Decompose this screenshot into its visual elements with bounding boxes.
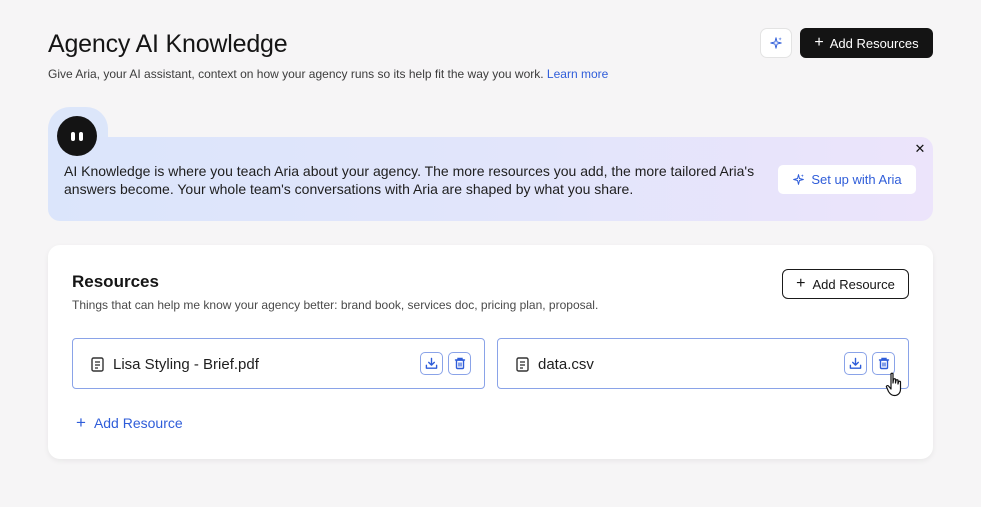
- download-button[interactable]: [844, 352, 867, 375]
- plus-icon: +: [814, 34, 824, 51]
- add-resource-link[interactable]: + Add Resource: [76, 414, 183, 431]
- plus-icon: +: [76, 413, 86, 432]
- add-resource-label: Add Resource: [812, 276, 895, 292]
- file-name: Lisa Styling - Brief.pdf: [113, 356, 259, 373]
- delete-button[interactable]: [448, 352, 471, 375]
- resources-title: Resources: [72, 272, 159, 291]
- avatar-eye-left: [71, 131, 75, 141]
- hand-cursor-icon: [885, 372, 902, 397]
- file-item[interactable]: data.csv: [497, 338, 909, 389]
- learn-more-link[interactable]: Learn more: [547, 67, 608, 81]
- trash-icon: [878, 357, 889, 370]
- add-resource-button[interactable]: + Add Resource: [782, 269, 909, 299]
- banner-text: AI Knowledge is where you teach Aria abo…: [64, 163, 755, 197]
- setup-with-aria-label: Set up with Aria: [811, 172, 902, 187]
- download-icon: [425, 357, 438, 369]
- file-item[interactable]: Lisa Styling - Brief.pdf: [72, 338, 485, 389]
- close-icon[interactable]: ✕: [912, 141, 928, 157]
- aria-avatar: [57, 116, 97, 156]
- document-icon: [516, 357, 529, 372]
- file-name: data.csv: [538, 356, 594, 373]
- download-icon: [849, 357, 862, 369]
- add-resource-link-label: Add Resource: [93, 414, 183, 431]
- setup-with-aria-button[interactable]: Set up with Aria: [778, 165, 916, 194]
- ai-assistant-button[interactable]: [760, 28, 792, 58]
- add-resources-label: Add Resources: [829, 35, 919, 51]
- plus-icon: +: [796, 275, 806, 292]
- subtitle-text: Give Aria, your AI assistant, context on…: [48, 67, 544, 81]
- resources-description: Things that can help me know your agency…: [72, 298, 599, 312]
- trash-icon: [454, 357, 465, 370]
- download-button[interactable]: [420, 352, 443, 375]
- add-resources-button[interactable]: + Add Resources: [800, 28, 933, 58]
- document-icon: [91, 357, 104, 372]
- page-subtitle: Give Aria, your AI assistant, context on…: [48, 67, 608, 81]
- avatar-eye-right: [79, 131, 83, 141]
- page-title: Agency AI Knowledge: [48, 30, 288, 58]
- sparkle-icon: [770, 37, 782, 49]
- sparkle-icon: [793, 174, 805, 185]
